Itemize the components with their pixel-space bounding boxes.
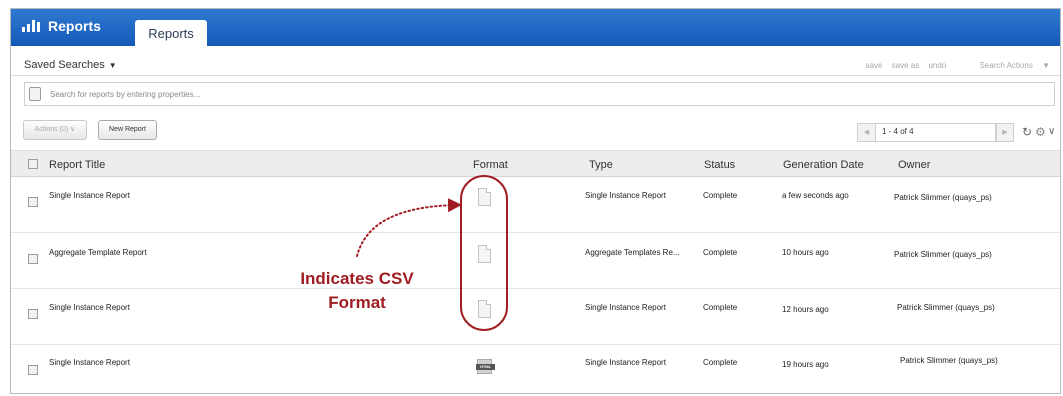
table-row[interactable]: Aggregate Template Report Aggregate Temp… [11,234,1060,289]
row-checkbox[interactable] [28,197,38,207]
annotation-line-2: Format [328,293,386,312]
row-checkbox[interactable] [28,309,38,319]
search-actions-group: save save as undo Search Actions ▼ [858,61,1050,70]
report-owner: Patrick Slimmer (quays_ps) [900,356,998,365]
top-bar: Reports Reports [11,9,1060,47]
new-report-button[interactable]: New Report [98,120,157,140]
generation-date: 12 hours ago [782,305,829,314]
csv-annotation-label: Indicates CSV Format [272,267,442,315]
search-bar [24,82,1055,106]
csv-file-icon[interactable] [478,300,491,318]
pagination: ◀ 1 - 4 of 4 ▶ [857,123,1014,142]
search-input[interactable] [50,87,950,102]
report-owner: Patrick Slimmer (quays_ps) [894,250,992,259]
select-all-checkbox[interactable] [28,159,38,169]
report-status: Complete [703,191,738,200]
report-title[interactable]: Single Instance Report [49,303,130,312]
save-link[interactable]: save [865,61,882,70]
search-menu-icon[interactable] [29,87,41,101]
saved-searches-bar: Saved Searches ▼ save save as undo Search… [11,46,1060,76]
row-checkbox[interactable] [28,365,38,375]
report-type: Single Instance Report [585,191,666,200]
column-report-title[interactable]: Report Title [49,159,105,171]
column-format[interactable]: Format [473,159,508,171]
saved-searches-dropdown[interactable]: Saved Searches ▼ [24,59,117,71]
report-title[interactable]: Single Instance Report [49,358,130,367]
toolbar: Actions (0) ∨ New Report ◀ 1 - 4 of 4 ▶ … [11,116,1060,146]
table-row[interactable]: Single Instance Report Single Instance R… [11,178,1060,233]
undo-link[interactable]: undo [928,61,946,70]
column-type[interactable]: Type [589,159,613,171]
refresh-icon[interactable]: ↻ [1022,125,1032,139]
reports-chart-icon [22,20,42,32]
csv-file-icon[interactable] [478,245,491,263]
report-title[interactable]: Single Instance Report [49,191,130,200]
saved-searches-label: Saved Searches [24,59,105,71]
column-generation-date[interactable]: Generation Date [783,159,864,171]
report-status: Complete [703,248,738,257]
actions-label: Actions (0) [34,126,69,133]
actions-dropdown[interactable]: Actions (0) ∨ [23,120,87,140]
report-status: Complete [703,303,738,312]
html-file-icon[interactable]: HTML [476,359,495,374]
chevron-down-icon: ▼ [1042,61,1050,70]
chevron-down-icon[interactable]: ∨ [1048,126,1055,137]
column-status[interactable]: Status [704,159,735,171]
report-title[interactable]: Aggregate Template Report [49,248,147,257]
generation-date: 19 hours ago [782,360,829,369]
next-page-icon[interactable]: ▶ [996,123,1014,142]
app-logo[interactable]: Reports [22,18,101,34]
report-type: Single Instance Report [585,358,666,367]
pagination-text: 1 - 4 of 4 [882,127,914,136]
chevron-down-icon: ▼ [108,61,117,70]
report-type: Aggregate Templates Re... [585,248,680,257]
report-type: Single Instance Report [585,303,666,312]
search-actions-dropdown[interactable]: Search Actions ▼ [972,61,1050,70]
column-owner[interactable]: Owner [898,159,930,171]
report-owner: Patrick Slimmer (quays_ps) [894,193,992,202]
table-row[interactable]: Single Instance Report Single Instance R… [11,290,1060,345]
csv-file-icon[interactable] [478,188,491,206]
table-header: Report Title Format Type Status Generati… [11,150,1060,177]
row-checkbox[interactable] [28,254,38,264]
report-owner: Patrick Slimmer (quays_ps) [897,303,995,312]
annotation-line-1: Indicates CSV [300,269,414,288]
save-as-link[interactable]: save as [892,61,920,70]
gear-icon[interactable]: ⚙ [1035,125,1046,139]
generation-date: 10 hours ago [782,248,829,257]
table-row[interactable]: Single Instance Report HTML Single Insta… [11,346,1060,393]
reports-window: Reports Reports Saved Searches ▼ save sav… [10,8,1061,394]
report-status: Complete [703,358,738,367]
app-title: Reports [48,18,101,34]
search-actions-label: Search Actions [979,61,1033,70]
generation-date: a few seconds ago [782,191,849,200]
previous-page-icon[interactable]: ◀ [858,124,876,141]
html-icon-label: HTML [476,364,495,370]
chevron-down-icon: ∨ [70,126,76,133]
tab-reports[interactable]: Reports [135,20,207,47]
